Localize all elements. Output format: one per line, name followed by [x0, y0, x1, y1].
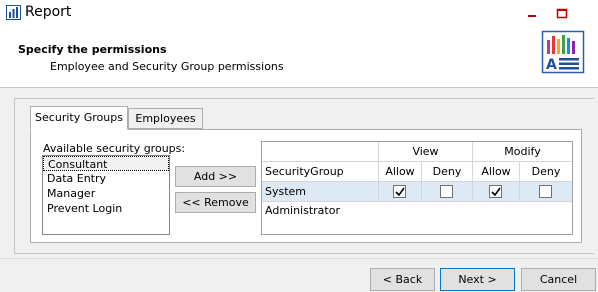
wizard-header: Specify the permissions Employee and Sec…: [0, 26, 598, 88]
view-allow-cell: [379, 182, 422, 202]
report-app-icon: [6, 5, 21, 20]
view-deny-checkbox[interactable]: [440, 185, 453, 198]
header-subtitle: Employee and Security Group permissions: [50, 60, 284, 73]
header-title: Specify the permissions: [18, 43, 167, 56]
view-allow-header[interactable]: Allow: [379, 162, 422, 182]
available-groups-label: Available security groups:: [43, 142, 186, 155]
report-chart-icon: A: [541, 30, 585, 74]
modify-allow-checkbox[interactable]: [489, 185, 502, 198]
modify-allow-cell: [473, 182, 520, 202]
view-allow-checkbox[interactable]: [393, 185, 406, 198]
modify-deny-cell: [520, 182, 572, 202]
list-item[interactable]: Prevent Login: [43, 201, 169, 216]
cancel-button[interactable]: Cancel: [521, 268, 596, 291]
footer-divider: [0, 258, 598, 259]
list-item[interactable]: Consultant: [43, 156, 169, 171]
tab-employees[interactable]: Employees: [128, 108, 203, 129]
view-deny-cell: [422, 182, 473, 202]
modify-group-header: Modify: [473, 142, 572, 162]
remove-button[interactable]: << Remove: [175, 192, 256, 213]
svg-text:A: A: [546, 57, 557, 73]
list-item[interactable]: Manager: [43, 186, 169, 201]
view-group-header: View: [379, 142, 473, 162]
view-deny-header[interactable]: Deny: [422, 162, 473, 182]
grid-corner: [262, 142, 379, 162]
back-button[interactable]: < Back: [370, 268, 435, 291]
modify-deny-header[interactable]: Deny: [520, 162, 572, 182]
minimize-icon[interactable]: [526, 7, 538, 19]
wizard-body: Security Groups Employees Available secu…: [0, 88, 598, 258]
window-title: Report: [25, 4, 72, 20]
tab-security-groups[interactable]: Security Groups: [30, 106, 128, 130]
title-bar: Report: [0, 0, 598, 26]
add-button[interactable]: Add >>: [175, 166, 256, 187]
table-row[interactable]: System Administrator: [262, 182, 379, 217]
maximize-icon[interactable]: [556, 7, 568, 19]
security-groups-panel: Available security groups: Consultant Da…: [30, 129, 582, 243]
checkmark-icon: [491, 187, 501, 197]
modify-deny-checkbox[interactable]: [539, 185, 552, 198]
security-group-column-header[interactable]: SecurityGroup: [262, 162, 379, 182]
checkmark-icon: [395, 187, 405, 197]
list-item[interactable]: Data Entry: [43, 171, 169, 186]
modify-allow-header[interactable]: Allow: [473, 162, 520, 182]
available-groups-list[interactable]: Consultant Data Entry Manager Prevent Lo…: [42, 155, 170, 235]
permissions-grid[interactable]: View Modify SecurityGroup Allow Deny All…: [261, 141, 573, 235]
next-button[interactable]: Next >: [440, 268, 515, 291]
